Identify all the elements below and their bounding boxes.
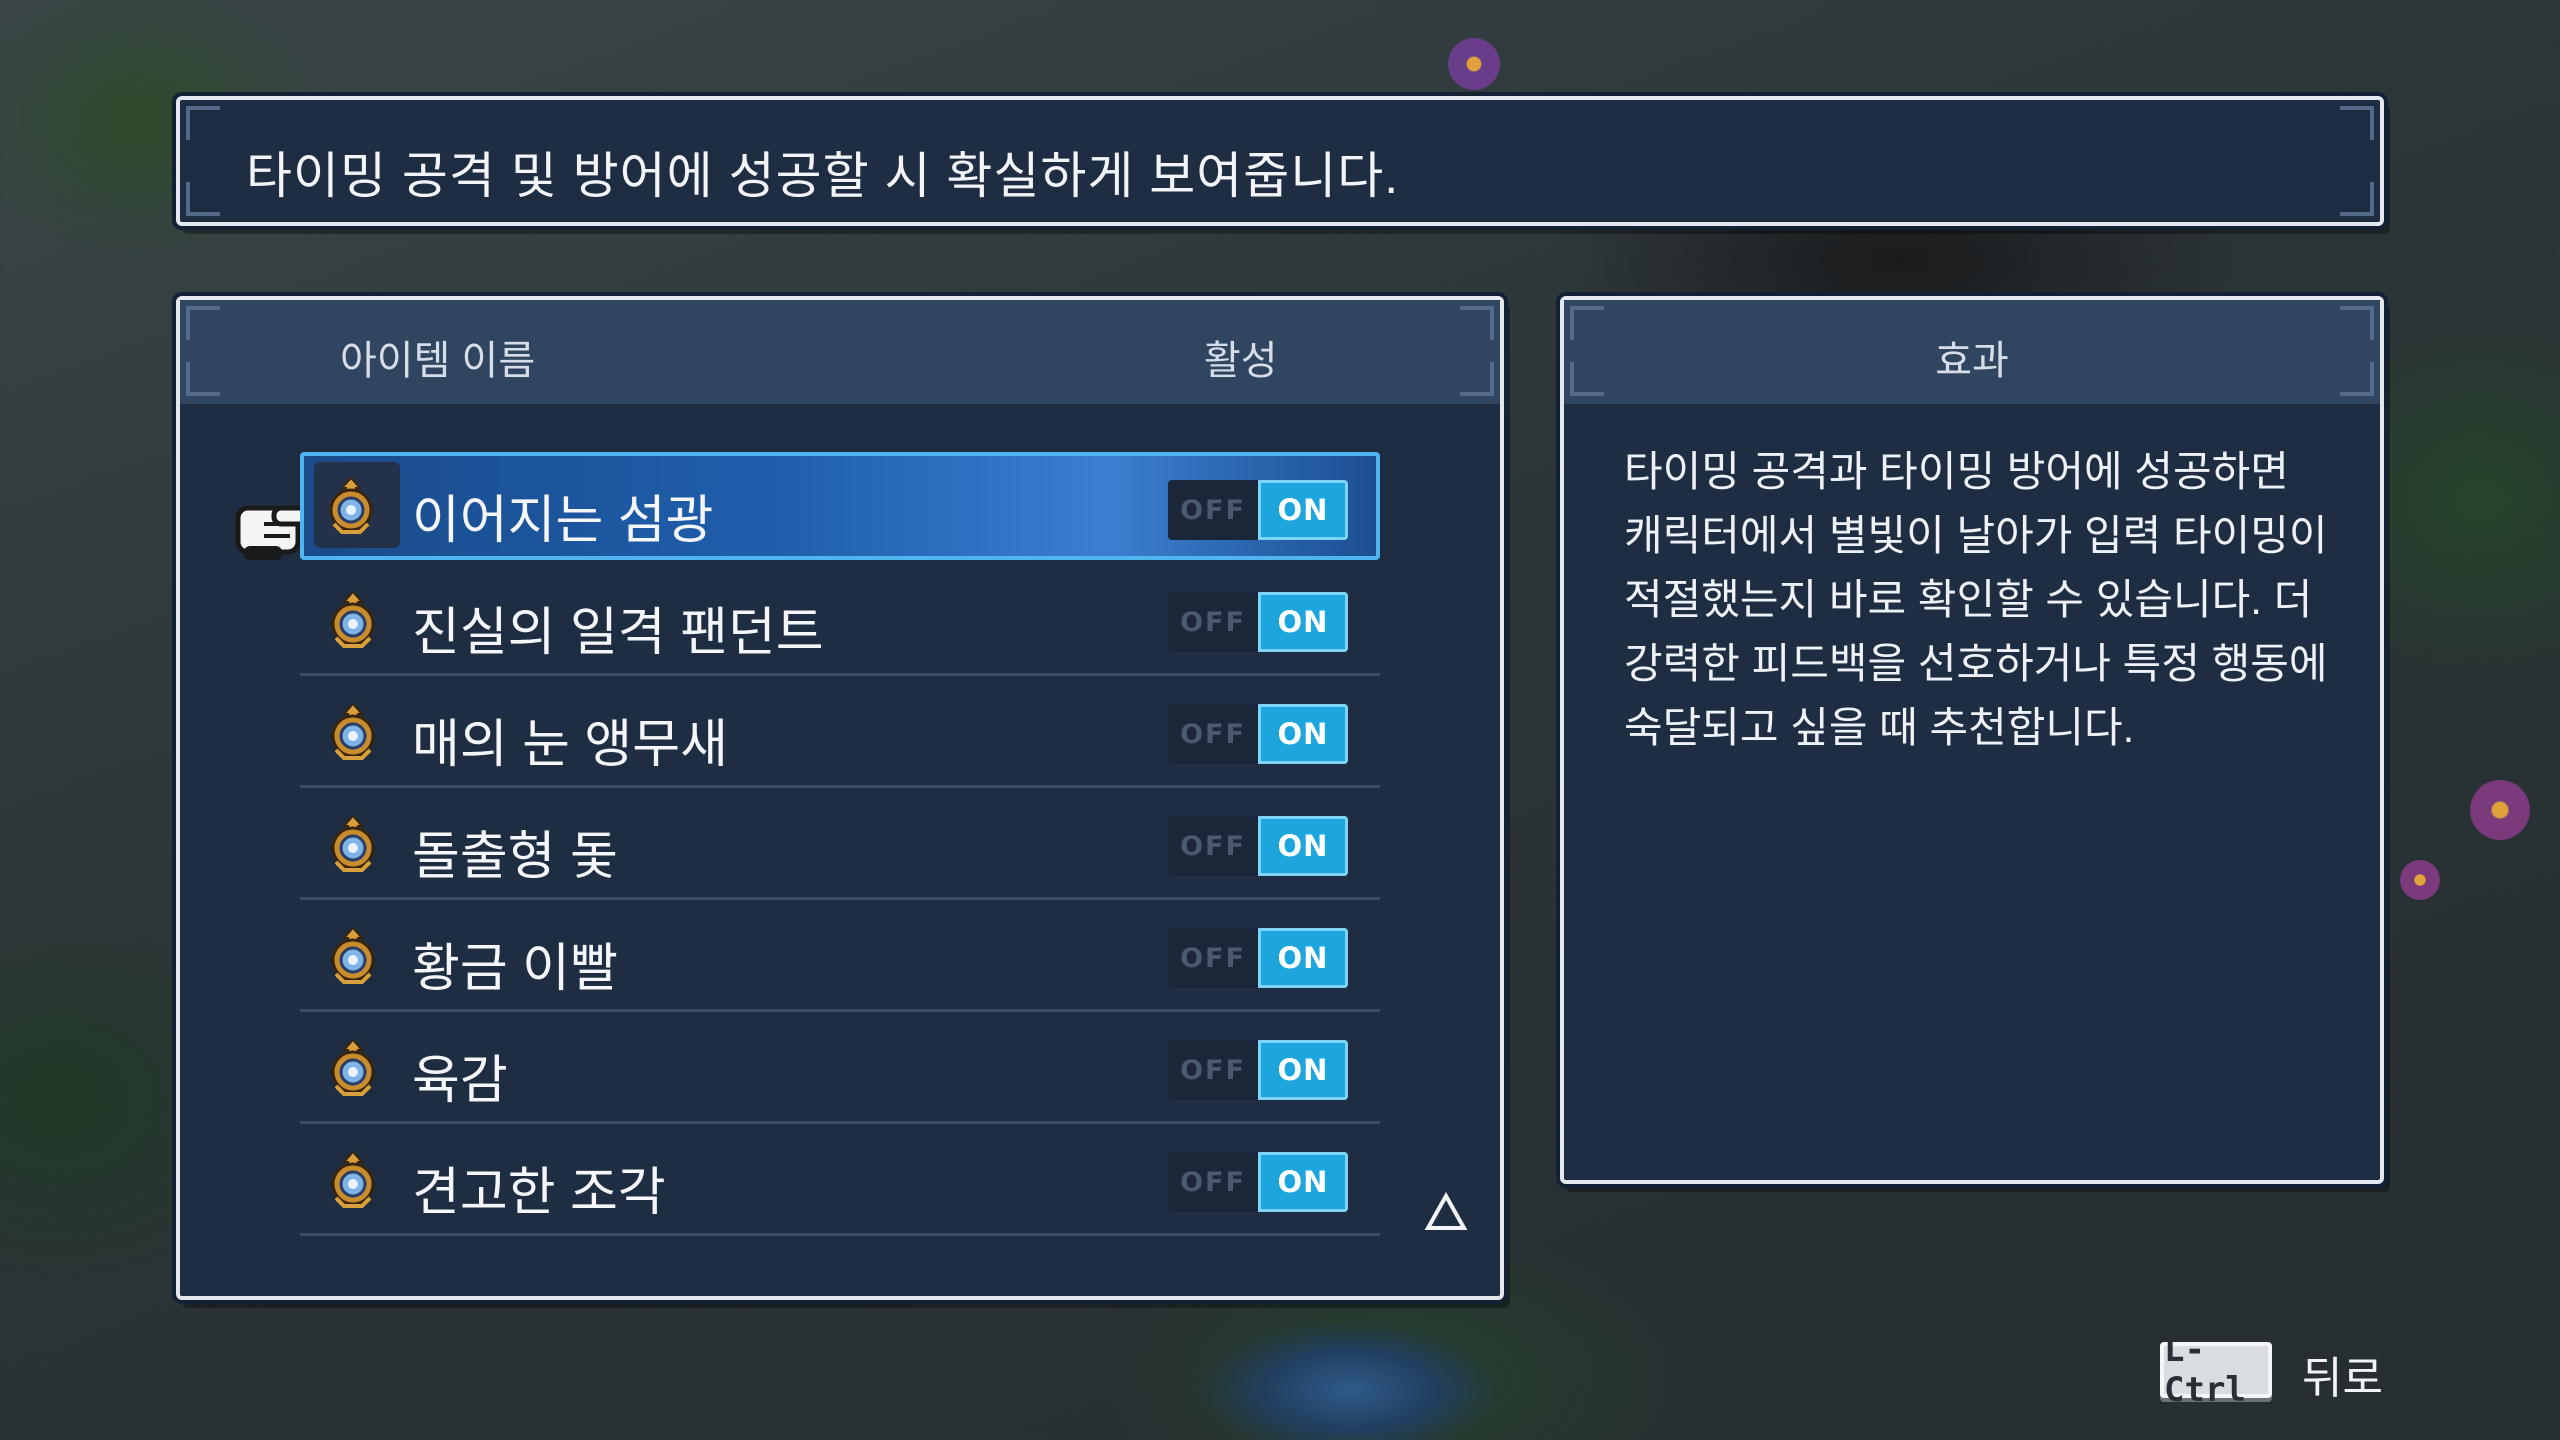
item-medallion-icon: [322, 812, 384, 874]
flower-decoration: [2470, 780, 2530, 840]
toggle-on[interactable]: ON: [1258, 928, 1348, 988]
column-header-item-name: 아이템 이름: [340, 339, 536, 383]
item-medallion-icon: [322, 924, 384, 986]
corner-ornament: [1460, 306, 1494, 340]
active-toggle[interactable]: OFF ON: [1168, 928, 1348, 988]
toggle-off[interactable]: OFF: [1168, 480, 1258, 540]
corner-ornament: [186, 182, 220, 216]
effect-panel: 효과 타이밍 공격과 타이밍 방어에 성공하면 캐릭터에서 별빛이 날아가 입력…: [1560, 296, 2384, 1184]
item-name: 진실의 일격 팬던트: [412, 604, 824, 662]
item-medallion-icon: [322, 588, 384, 650]
toggle-off[interactable]: OFF: [1168, 928, 1258, 988]
item-name: 육감: [412, 1052, 508, 1110]
item-row[interactable]: 이어지는 섬광 OFF ON: [300, 452, 1380, 560]
column-header-active: 활성: [1204, 339, 1278, 383]
item-name: 매의 눈 앵무새: [412, 716, 728, 774]
toggle-on[interactable]: ON: [1258, 480, 1348, 540]
item-list-panel: 아이템 이름 활성 이어지는 섬광 OFF ON 진실의 일격 팬던트 OFF: [176, 296, 1504, 1300]
flower-decoration: [2400, 860, 2440, 900]
toggle-off[interactable]: OFF: [1168, 1152, 1258, 1212]
item-medallion-icon: [322, 700, 384, 762]
corner-ornament: [2340, 182, 2374, 216]
toggle-off[interactable]: OFF: [1168, 816, 1258, 876]
item-row[interactable]: 매의 눈 앵무새 OFF ON: [300, 676, 1380, 788]
item-name: 돌출형 돛: [412, 828, 618, 886]
corner-ornament: [1570, 362, 1604, 396]
item-row[interactable]: 진실의 일격 팬던트 OFF ON: [300, 564, 1380, 676]
corner-ornament: [2340, 362, 2374, 396]
toggle-on[interactable]: ON: [1258, 1152, 1348, 1212]
toggle-on[interactable]: ON: [1258, 704, 1348, 764]
description-text: 타이밍 공격 및 방어에 성공할 시 확실하게 보여줍니다.: [246, 148, 1400, 204]
effect-title: 효과: [1935, 339, 2009, 383]
corner-ornament: [1570, 306, 1604, 340]
lctrl-key-hint[interactable]: L-Ctrl: [2160, 1330, 2272, 1410]
item-row[interactable]: 황금 이빨 OFF ON: [300, 900, 1380, 1012]
active-toggle[interactable]: OFF ON: [1168, 704, 1348, 764]
foliage-decoration: [1200, 1320, 1500, 1440]
toggle-off[interactable]: OFF: [1168, 704, 1258, 764]
flower-decoration: [1448, 38, 1500, 90]
corner-ornament: [186, 362, 220, 396]
effect-header: 효과: [1564, 300, 2380, 404]
active-toggle[interactable]: OFF ON: [1168, 480, 1348, 540]
item-medallion-icon: [322, 1148, 384, 1210]
item-name: 이어지는 섬광: [412, 492, 714, 550]
row-divider: [300, 1233, 1380, 1236]
corner-ornament: [2340, 306, 2374, 340]
corner-ornament: [2340, 106, 2374, 140]
active-toggle[interactable]: OFF ON: [1168, 592, 1348, 652]
toggle-off[interactable]: OFF: [1168, 592, 1258, 652]
list-header: 아이템 이름 활성: [180, 300, 1500, 404]
item-row[interactable]: 견고한 조각 OFF ON: [300, 1124, 1380, 1236]
item-name: 견고한 조각: [412, 1164, 666, 1222]
item-medallion-icon: [322, 1036, 384, 1098]
toggle-on[interactable]: ON: [1258, 592, 1348, 652]
corner-ornament: [1460, 362, 1494, 396]
active-toggle[interactable]: OFF ON: [1168, 1152, 1348, 1212]
item-medallion-icon: [320, 474, 382, 536]
item-name: 황금 이빨: [412, 940, 618, 998]
toggle-on[interactable]: ON: [1258, 1040, 1348, 1100]
toggle-off[interactable]: OFF: [1168, 1040, 1258, 1100]
scroll-up-arrow-icon[interactable]: [1424, 1190, 1468, 1234]
active-toggle[interactable]: OFF ON: [1168, 1040, 1348, 1100]
active-toggle[interactable]: OFF ON: [1168, 816, 1348, 876]
corner-ornament: [186, 306, 220, 340]
effect-description: 타이밍 공격과 타이밍 방어에 성공하면 캐릭터에서 별빛이 날아가 입력 타이…: [1624, 448, 2328, 751]
toggle-on[interactable]: ON: [1258, 816, 1348, 876]
item-row[interactable]: 육감 OFF ON: [300, 1012, 1380, 1124]
back-button[interactable]: 뒤로: [2302, 1342, 2383, 1406]
description-panel: 타이밍 공격 및 방어에 성공할 시 확실하게 보여줍니다.: [176, 96, 2384, 226]
item-row[interactable]: 돌출형 돛 OFF ON: [300, 788, 1380, 900]
corner-ornament: [186, 106, 220, 140]
